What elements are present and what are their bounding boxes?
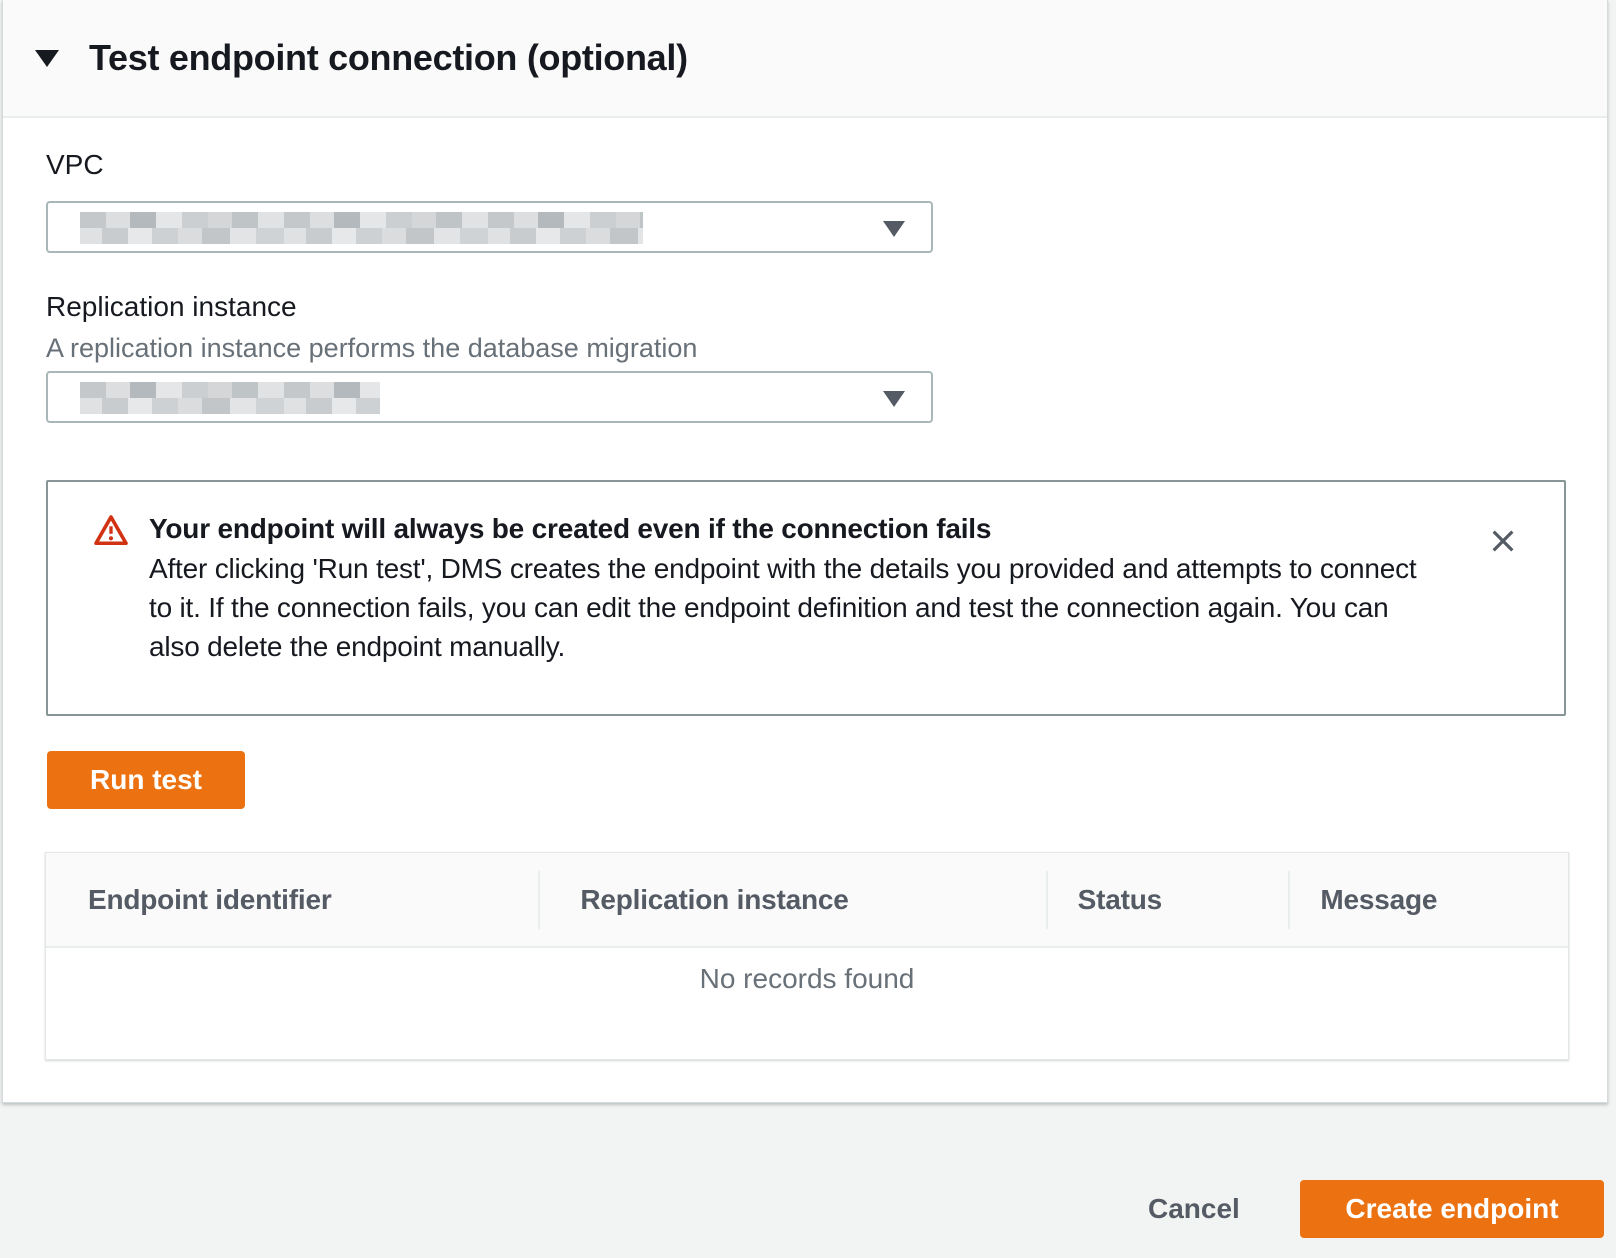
connection-test-results-table: Endpoint identifier Replication instance… <box>45 852 1569 1060</box>
close-icon[interactable] <box>1487 525 1519 557</box>
alert-body: After clicking 'Run test', DMS creates t… <box>149 549 1444 666</box>
replication-instance-redacted-value <box>80 382 380 414</box>
panel-title: Test endpoint connection (optional) <box>89 37 688 79</box>
vpc-label: VPC <box>46 149 104 181</box>
column-header-endpoint-identifier: Endpoint identifier <box>46 853 538 946</box>
panel-header[interactable]: Test endpoint connection (optional) <box>3 0 1607 118</box>
replication-instance-label: Replication instance <box>46 291 297 323</box>
test-endpoint-connection-panel: Test endpoint connection (optional) VPC … <box>2 0 1608 1103</box>
collapse-caret-icon[interactable] <box>35 50 59 67</box>
replication-instance-select[interactable] <box>46 371 933 423</box>
table-header-row: Endpoint identifier Replication instance… <box>46 853 1568 948</box>
alert-title: Your endpoint will always be created eve… <box>149 509 1444 549</box>
vpc-select[interactable] <box>46 201 933 253</box>
replication-instance-description: A replication instance performs the data… <box>46 333 697 364</box>
warning-triangle-icon <box>93 514 129 666</box>
alert-text: Your endpoint will always be created eve… <box>149 509 1444 666</box>
create-endpoint-page: Test endpoint connection (optional) VPC … <box>0 0 1616 1258</box>
run-test-button[interactable]: Run test <box>47 751 245 809</box>
column-header-message: Message <box>1288 853 1568 946</box>
column-header-replication-instance: Replication instance <box>538 853 1045 946</box>
create-endpoint-button[interactable]: Create endpoint <box>1300 1180 1604 1238</box>
table-body: No records found <box>46 948 1568 1059</box>
chevron-down-icon <box>883 391 905 407</box>
chevron-down-icon <box>883 221 905 237</box>
cancel-button[interactable]: Cancel <box>1128 1186 1260 1232</box>
warning-alert: Your endpoint will always be created eve… <box>46 480 1566 716</box>
column-header-status: Status <box>1046 853 1289 946</box>
empty-state-text: No records found <box>700 963 915 995</box>
vpc-redacted-value <box>80 212 643 244</box>
